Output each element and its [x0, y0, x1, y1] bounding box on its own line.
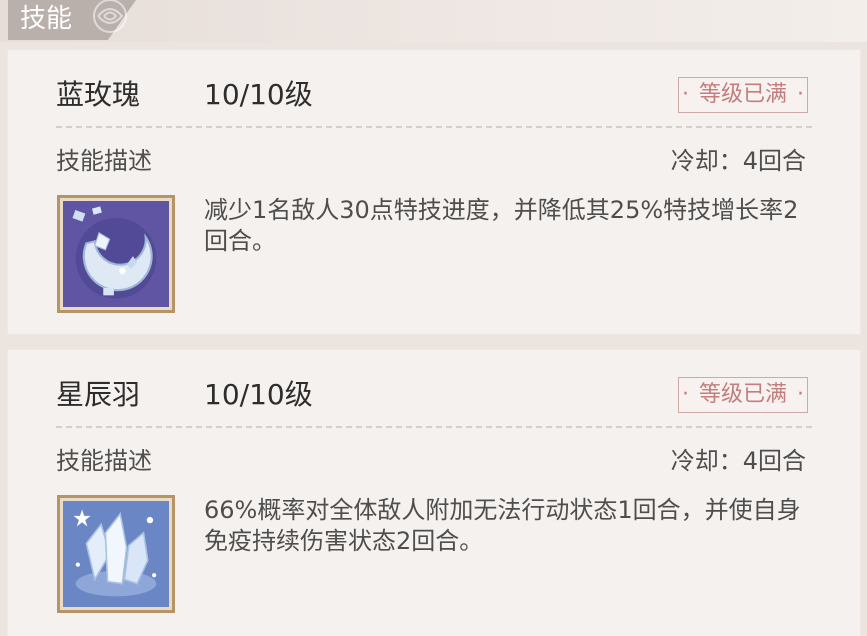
skill-card-blue-rose: 蓝玫瑰 10/10级 等级已满 技能描述 冷却：4回合 减少1名敌人30点特技进…	[8, 50, 860, 334]
dashed-divider	[56, 126, 812, 128]
skill-description: 减少1名敌人30点特技进度，并降低其25%特技增长率2回合。	[204, 196, 799, 255]
cooldown-text: 冷却：4回合	[670, 447, 806, 475]
rose-watermark-icon	[93, 0, 127, 33]
level-max-badge: 等级已满	[678, 77, 808, 113]
skill-level: 10/10级	[204, 78, 313, 111]
section-title: 技能	[20, 4, 73, 34]
skill-name: 蓝玫瑰	[56, 78, 141, 111]
skill-icon-frame[interactable]	[57, 495, 175, 613]
blue-crescent-rose-icon	[63, 201, 169, 307]
skill-level: 10/10级	[204, 378, 313, 411]
dashed-divider	[56, 426, 812, 428]
ice-crystal-icon	[63, 501, 169, 607]
skill-description: 66%概率对全体敌人附加无法行动状态1回合，并使自身免疫持续伤害状态2回合。	[204, 496, 801, 555]
level-max-badge: 等级已满	[678, 377, 808, 413]
skill-card-star-feather: 星辰羽 10/10级 等级已满 技能描述 冷却：4回合 66%概率对全体敌人附加…	[8, 350, 860, 636]
skill-name: 星辰羽	[56, 378, 141, 411]
cooldown-text: 冷却：4回合	[670, 147, 806, 175]
skill-icon-frame[interactable]	[57, 195, 175, 313]
skill-desc-label: 技能描述	[56, 147, 152, 175]
skill-desc-label: 技能描述	[56, 447, 152, 475]
